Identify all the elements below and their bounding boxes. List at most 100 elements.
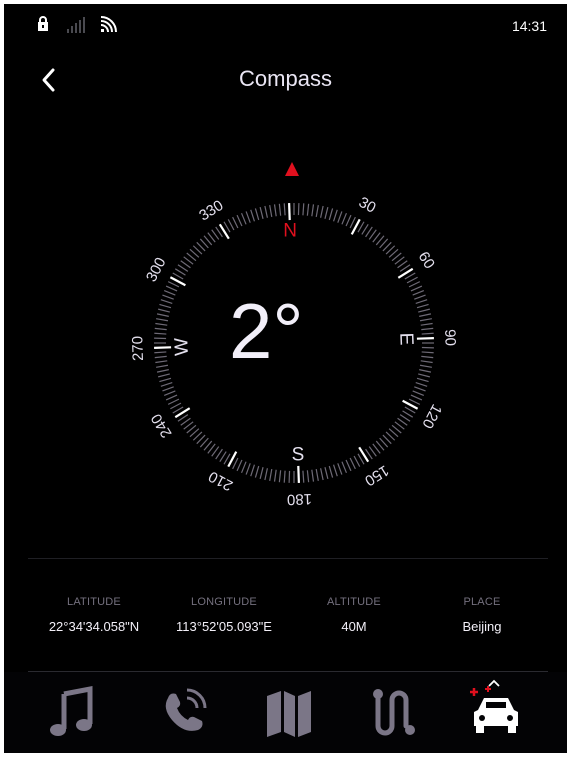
place-label: PLACE <box>463 596 501 608</box>
minor-tick <box>180 417 191 426</box>
minor-tick <box>283 203 286 216</box>
minor-tick <box>345 214 352 227</box>
degree-label: 300 <box>143 255 170 285</box>
minor-tick <box>404 406 416 414</box>
minor-tick <box>311 204 315 217</box>
minor-tick <box>162 294 174 300</box>
minor-tick <box>420 360 433 364</box>
minor-tick <box>155 322 168 326</box>
page-title: Compass <box>239 66 332 91</box>
minor-tick <box>159 303 172 309</box>
degree-label: 240 <box>148 411 176 441</box>
major-tick <box>297 465 300 483</box>
degree-label: 90 <box>441 329 459 346</box>
location-info: LATITUDE 22°34'34.058"N LONGITUDE 113°52… <box>4 596 567 644</box>
minor-tick <box>219 451 227 463</box>
degree-label: 270 <box>129 336 147 362</box>
minor-tick <box>170 402 182 410</box>
minor-tick <box>254 208 260 221</box>
minor-tick <box>160 299 173 305</box>
minor-tick <box>421 332 434 335</box>
minor-tick <box>320 205 324 218</box>
minor-tick <box>315 468 319 481</box>
minor-tick <box>163 390 176 397</box>
cardinal-north: N <box>283 221 297 242</box>
music-icon[interactable] <box>44 684 104 740</box>
minor-tick <box>302 470 305 483</box>
minor-tick <box>156 318 169 322</box>
minor-tick <box>408 398 421 405</box>
minor-tick <box>162 386 174 392</box>
minor-tick <box>215 448 223 460</box>
minor-tick <box>337 463 343 475</box>
minor-tick <box>415 299 428 305</box>
north-pointer-icon <box>285 162 299 176</box>
minor-tick <box>227 219 235 231</box>
minor-tick <box>167 398 180 405</box>
minor-tick <box>368 446 377 457</box>
minor-tick <box>416 303 429 309</box>
degree-label: 30 <box>356 194 379 217</box>
minor-tick <box>269 205 273 218</box>
minor-tick <box>402 410 414 418</box>
minor-tick <box>361 223 369 235</box>
minor-tick <box>264 468 268 481</box>
minor-tick <box>160 381 173 387</box>
major-tick <box>397 267 414 279</box>
heading-readout: 2° <box>229 287 304 375</box>
minor-tick <box>154 332 167 335</box>
minor-tick <box>410 394 423 401</box>
minor-tick <box>156 313 169 317</box>
lock-icon <box>38 16 48 31</box>
degree-label: 210 <box>206 467 236 494</box>
minor-tick <box>397 260 408 269</box>
minor-tick <box>211 229 220 240</box>
minor-tick <box>415 381 428 387</box>
minor-tick <box>419 318 432 322</box>
minor-tick <box>165 285 178 292</box>
major-tick <box>174 407 191 419</box>
minor-tick <box>240 461 247 474</box>
minor-tick <box>259 207 264 219</box>
minor-tick <box>418 373 430 378</box>
route-icon[interactable] <box>364 684 424 740</box>
minor-tick <box>158 373 170 378</box>
minor-tick <box>156 364 169 368</box>
place-info: PLACE Beijing <box>412 596 552 634</box>
minor-tick <box>163 289 176 296</box>
minor-tick <box>357 221 365 233</box>
minor-tick <box>420 322 433 326</box>
compass-screen: 14:31 Compass 30 60 90 120 150 180 210 240 270 30… <box>4 4 567 753</box>
map-icon[interactable] <box>259 684 319 740</box>
minor-tick <box>259 467 264 479</box>
minor-tick <box>236 214 243 227</box>
minor-tick <box>337 211 343 223</box>
altitude-label: ALTITUDE <box>327 596 381 608</box>
minor-tick <box>345 459 352 472</box>
car-icon[interactable] <box>466 684 526 740</box>
minor-tick <box>399 414 411 422</box>
minor-tick <box>419 369 432 373</box>
major-tick <box>288 203 291 221</box>
minor-tick <box>414 386 426 392</box>
minor-tick <box>306 203 310 216</box>
minor-tick <box>324 207 329 219</box>
minor-tick <box>167 281 180 288</box>
altitude-value: 40M <box>341 619 367 634</box>
minor-tick <box>412 390 425 397</box>
latitude-info: LATITUDE 22°34'34.058"N <box>24 596 164 634</box>
minor-tick <box>349 216 356 229</box>
minor-tick <box>158 308 170 313</box>
minor-tick <box>365 226 373 238</box>
chevron-up-icon[interactable] <box>486 678 502 688</box>
minor-tick <box>165 394 178 401</box>
minor-tick <box>159 377 172 383</box>
minor-tick <box>180 260 191 269</box>
degree-label: 330 <box>196 197 226 225</box>
major-tick <box>154 346 172 349</box>
minor-tick <box>414 294 426 300</box>
minor-tick <box>155 360 168 364</box>
degree-label: 60 <box>415 249 438 272</box>
minor-tick <box>154 355 167 359</box>
phone-icon[interactable] <box>154 684 214 740</box>
